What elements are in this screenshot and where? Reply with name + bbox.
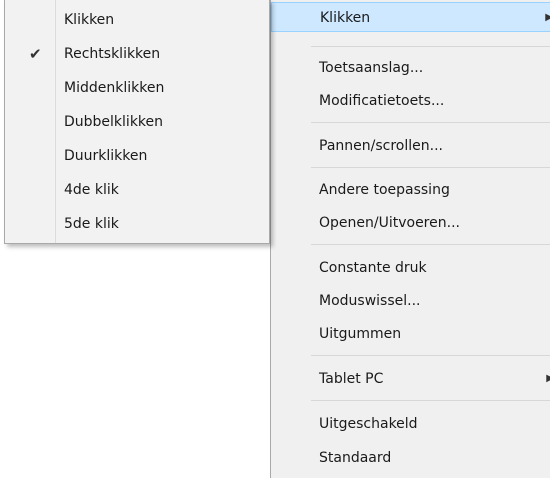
menu-item-tablet-pc[interactable]: Tablet PC ▶	[271, 364, 550, 394]
menu-item-label: Constante druk	[319, 260, 427, 276]
menu-separator	[311, 355, 550, 356]
submenu-item-5de-klik[interactable]: 5de klik	[5, 209, 269, 239]
click-submenu: Klikken ✔ Rechtsklikken Middenklikken Du…	[4, 0, 270, 244]
submenu-item-label: Duurklikken	[64, 148, 148, 164]
menu-item-modificatietoets[interactable]: Modificatietoets...	[271, 86, 550, 116]
menu-separator	[311, 122, 550, 123]
menu-item-label: Uitgummen	[319, 326, 402, 342]
menu-separator	[311, 400, 550, 401]
menu-item-openen-uitvoeren[interactable]: Openen/Uitvoeren...	[271, 208, 550, 238]
menu-separator	[311, 46, 550, 47]
submenu-item-label: 5de klik	[64, 216, 119, 232]
menu-item-constante-druk[interactable]: Constante druk	[271, 253, 550, 283]
menu-item-label: Toetsaanslag...	[319, 60, 424, 76]
menu-item-label: Uitgeschakeld	[319, 416, 418, 432]
menu-item-label: Openen/Uitvoeren...	[319, 215, 460, 231]
submenu-item-label: Middenklikken	[64, 80, 165, 96]
submenu-item-label: 4de klik	[64, 182, 119, 198]
menu-item-pannen-scrollen[interactable]: Pannen/scrollen...	[271, 131, 550, 161]
submenu-item-label: Rechtsklikken	[64, 46, 161, 62]
submenu-arrow-icon: ▶	[545, 12, 550, 23]
submenu-item-klikken[interactable]: Klikken	[5, 5, 269, 35]
menu-item-label: Standaard	[319, 450, 392, 466]
menu-item-klikken[interactable]: Klikken ▶	[271, 2, 550, 32]
menu-item-uitgummen[interactable]: Uitgummen	[271, 319, 550, 349]
submenu-item-label: Dubbelklikken	[64, 114, 164, 130]
menu-item-toetsaanslag[interactable]: Toetsaanslag...	[271, 53, 550, 83]
submenu-arrow-icon: ▶	[546, 364, 550, 394]
submenu-item-rechtsklikken[interactable]: ✔ Rechtsklikken	[5, 39, 269, 69]
menu-item-label: Tablet PC	[319, 371, 384, 387]
menu-item-label: Pannen/scrollen...	[319, 138, 443, 154]
submenu-item-dubbelklikken[interactable]: Dubbelklikken	[5, 107, 269, 137]
menu-item-label: Modificatietoets...	[319, 93, 445, 109]
menu-item-standaard[interactable]: Standaard	[271, 443, 550, 473]
checkmark-icon: ✔	[29, 45, 42, 63]
submenu-item-middenklikken[interactable]: Middenklikken	[5, 73, 269, 103]
submenu-item-duurklikken[interactable]: Duurklikken	[5, 141, 269, 171]
submenu-item-4de-klik[interactable]: 4de klik	[5, 175, 269, 205]
context-menu: Klikken ▶ Toetsaanslag... Modificatietoe…	[270, 0, 550, 478]
submenu-item-label: Klikken	[64, 12, 115, 28]
menu-item-moduswissel[interactable]: Moduswissel...	[271, 286, 550, 316]
menu-separator	[311, 167, 550, 168]
menu-item-andere-toepassing[interactable]: Andere toepassing	[271, 175, 550, 205]
menu-separator	[311, 244, 550, 245]
menu-item-label: Andere toepassing	[319, 182, 450, 198]
menu-item-label: Moduswissel...	[319, 293, 421, 309]
menu-item-uitgeschakeld[interactable]: Uitgeschakeld	[271, 409, 550, 439]
menu-item-label: Klikken	[320, 10, 371, 26]
